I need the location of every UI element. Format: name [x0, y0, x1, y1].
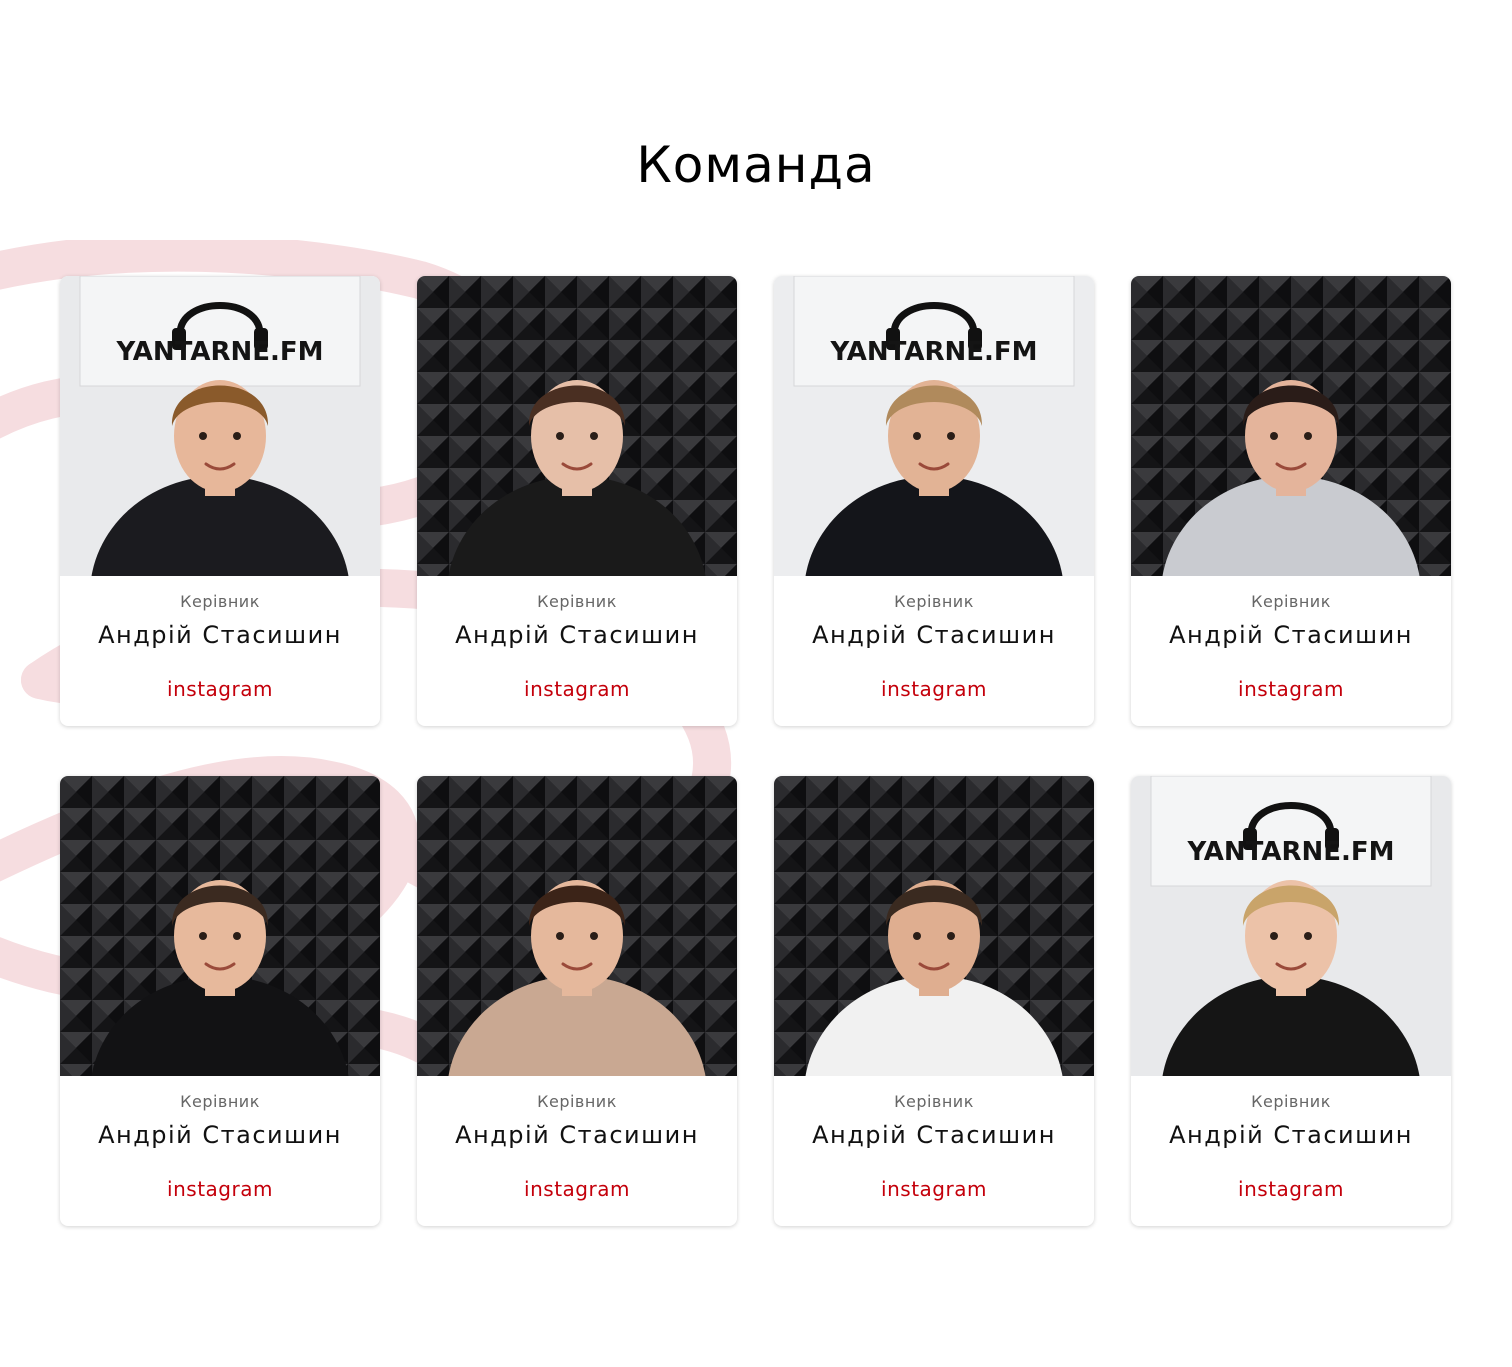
logo-wall-text: YANTARNE.FM — [1186, 837, 1394, 867]
member-role: Керівник — [1251, 592, 1331, 611]
member-role: Керівник — [537, 1092, 617, 1111]
instagram-link[interactable]: instagram — [1238, 1177, 1344, 1201]
section-title: Команда — [636, 136, 876, 194]
photo-woman-studio — [417, 276, 737, 576]
instagram-link[interactable]: instagram — [524, 677, 630, 701]
team-card: YANTARNE.FM Керівник Андрій Стасишин insta… — [60, 276, 380, 726]
logo-wall-text: YANTARNE.FM — [829, 337, 1037, 367]
team-grid: YANTARNE.FM Керівник Андрій Стасишин insta… — [60, 276, 1451, 1226]
team-page: Команда YANTARNE.FM Керівник Андрій Стаси… — [0, 0, 1512, 1367]
instagram-link[interactable]: instagram — [524, 1177, 630, 1201]
photo-woman-logo-wall: YANTARNE.FM — [1131, 776, 1451, 1076]
photo-man-beard — [774, 776, 1094, 1076]
member-name: Андрій Стасишин — [98, 1121, 342, 1149]
instagram-link[interactable]: instagram — [167, 1177, 273, 1201]
member-name: Андрій Стасишин — [812, 1121, 1056, 1149]
member-name: Андрій Стасишин — [812, 621, 1056, 649]
member-name: Андрій Стасишин — [1169, 621, 1413, 649]
instagram-link[interactable]: instagram — [881, 677, 987, 701]
team-card: Керівник Андрій Стасишин instagram — [1131, 276, 1451, 726]
member-name: Андрій Стасишин — [1169, 1121, 1413, 1149]
photo-woman-headphones — [1131, 276, 1451, 576]
member-role: Керівник — [180, 592, 260, 611]
team-card: Керівник Андрій Стасишин instagram — [417, 276, 737, 726]
team-card: Керівник Андрій Стасишин instagram — [60, 776, 380, 1226]
photo-man-thumbs-up: YANTARNE.FM — [60, 276, 380, 576]
logo-wall-text: YANTARNE.FM — [115, 337, 323, 367]
member-name: Андрій Стасишин — [455, 1121, 699, 1149]
member-role: Керівник — [537, 592, 617, 611]
team-card: YANTARNE.FM Керівник Андрій Стасишин insta… — [774, 276, 1094, 726]
member-role: Керівник — [894, 1092, 974, 1111]
instagram-link[interactable]: instagram — [881, 1177, 987, 1201]
member-role: Керівник — [894, 592, 974, 611]
instagram-link[interactable]: instagram — [167, 677, 273, 701]
photo-man-microphone — [60, 776, 380, 1076]
team-card: Керівник Андрій Стасишин instagram — [774, 776, 1094, 1226]
member-role: Керівник — [1251, 1092, 1331, 1111]
team-card: Керівник Андрій Стасишин instagram — [417, 776, 737, 1226]
instagram-link[interactable]: instagram — [1238, 677, 1344, 701]
member-name: Андрій Стасишин — [455, 621, 699, 649]
team-card: YANTARNE.FM Керівник Андрій Стасишин insta… — [1131, 776, 1451, 1226]
member-role: Керівник — [180, 1092, 260, 1111]
photo-woman-sweater — [417, 776, 737, 1076]
member-name: Андрій Стасишин — [98, 621, 342, 649]
photo-man-phone: YANTARNE.FM — [774, 276, 1094, 576]
